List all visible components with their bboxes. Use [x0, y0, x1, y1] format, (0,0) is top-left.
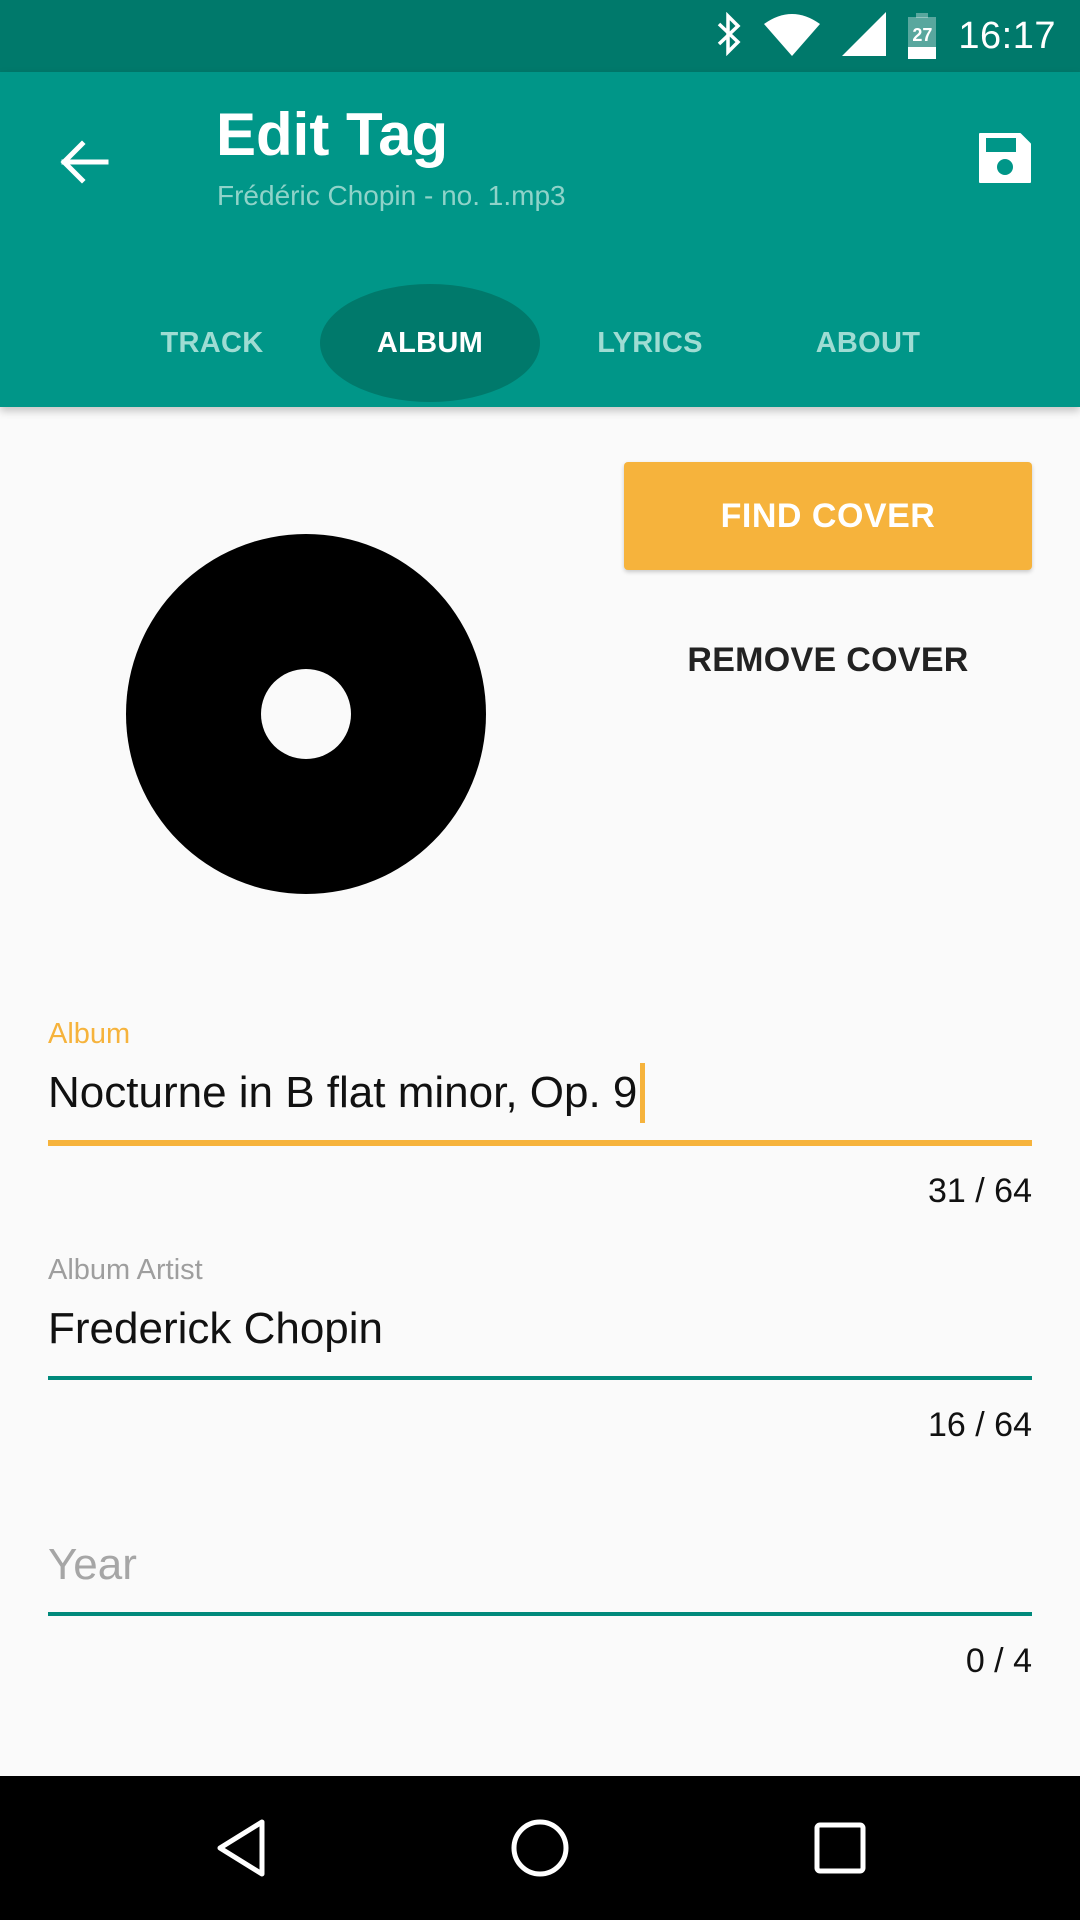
nav-recents-icon	[814, 1822, 866, 1874]
nav-recents-button[interactable]	[780, 1804, 900, 1892]
album-artist-label: Album Artist	[48, 1254, 203, 1286]
battery-level: 27	[912, 25, 933, 45]
nav-home-icon	[511, 1819, 569, 1877]
year-label-spacer	[48, 1490, 1032, 1530]
cell-signal-icon	[842, 11, 887, 61]
battery-icon: 27	[908, 13, 937, 59]
status-icons: 27 16:17	[694, 0, 1056, 72]
album-artist-char-counter: 16 / 64	[928, 1406, 1032, 1444]
system-nav-bar	[0, 1776, 1080, 1920]
album-label: Album	[48, 1018, 131, 1050]
album-artist-input-value: Frederick Chopin	[48, 1304, 384, 1353]
tab-album[interactable]: ALBUM	[320, 284, 540, 402]
back-button[interactable]	[48, 126, 120, 198]
tab-bar: TRACK ALBUM LYRICS ABOUT	[0, 262, 1080, 407]
status-time: 16:17	[958, 14, 1056, 57]
bluetooth-icon	[716, 11, 742, 61]
year-field: Year 0 / 4	[48, 1490, 1032, 1681]
album-artist-underline	[48, 1376, 1032, 1380]
tab-track-label: TRACK	[160, 326, 264, 359]
album-artist-field: Album Artist Frederick Chopin 16 / 64	[48, 1254, 1032, 1445]
nav-home-button[interactable]	[480, 1804, 600, 1892]
wifi-icon	[764, 12, 821, 61]
album-cover[interactable]	[126, 534, 486, 894]
tab-track[interactable]: TRACK	[102, 284, 322, 402]
tab-lyrics[interactable]: LYRICS	[540, 284, 760, 402]
text-cursor	[640, 1063, 646, 1123]
find-cover-button[interactable]: FIND COVER	[624, 462, 1032, 570]
file-name-subtitle: Frédéric Chopin - no. 1.mp3	[217, 180, 566, 211]
album-input-value: Nocturne in B flat minor, Op. 9	[48, 1068, 638, 1117]
tab-about-label: ABOUT	[815, 326, 921, 359]
album-char-counter: 31 / 64	[928, 1172, 1032, 1210]
arrow-left-icon	[60, 140, 109, 184]
year-underline	[48, 1612, 1032, 1616]
save-button[interactable]	[968, 122, 1040, 194]
tab-about[interactable]: ABOUT	[758, 284, 978, 402]
remove-cover-button[interactable]: REMOVE COVER	[624, 610, 1032, 710]
page-title: Edit Tag	[216, 101, 449, 168]
album-artist-input[interactable]: Frederick Chopin	[48, 1294, 1032, 1364]
year-char-counter: 0 / 4	[965, 1642, 1032, 1680]
status-bar: 27 16:17	[0, 0, 1080, 72]
floppy-disk-icon	[979, 133, 1031, 183]
album-field: Album Nocturne in B flat minor, Op. 9 31…	[48, 1018, 1032, 1211]
year-input[interactable]: Year	[48, 1530, 1032, 1600]
year-placeholder: Year	[48, 1540, 137, 1589]
nav-back-icon	[217, 1819, 265, 1877]
nav-back-button[interactable]	[182, 1804, 302, 1892]
tab-album-label: ALBUM	[376, 326, 484, 359]
tab-lyrics-label: LYRICS	[597, 326, 703, 359]
album-input[interactable]: Nocturne in B flat minor, Op. 9	[48, 1058, 1032, 1128]
disc-icon	[126, 534, 486, 894]
album-underline	[48, 1140, 1032, 1146]
app-toolbar: Edit Tag Frédéric Chopin - no. 1.mp3 TRA…	[0, 72, 1080, 407]
